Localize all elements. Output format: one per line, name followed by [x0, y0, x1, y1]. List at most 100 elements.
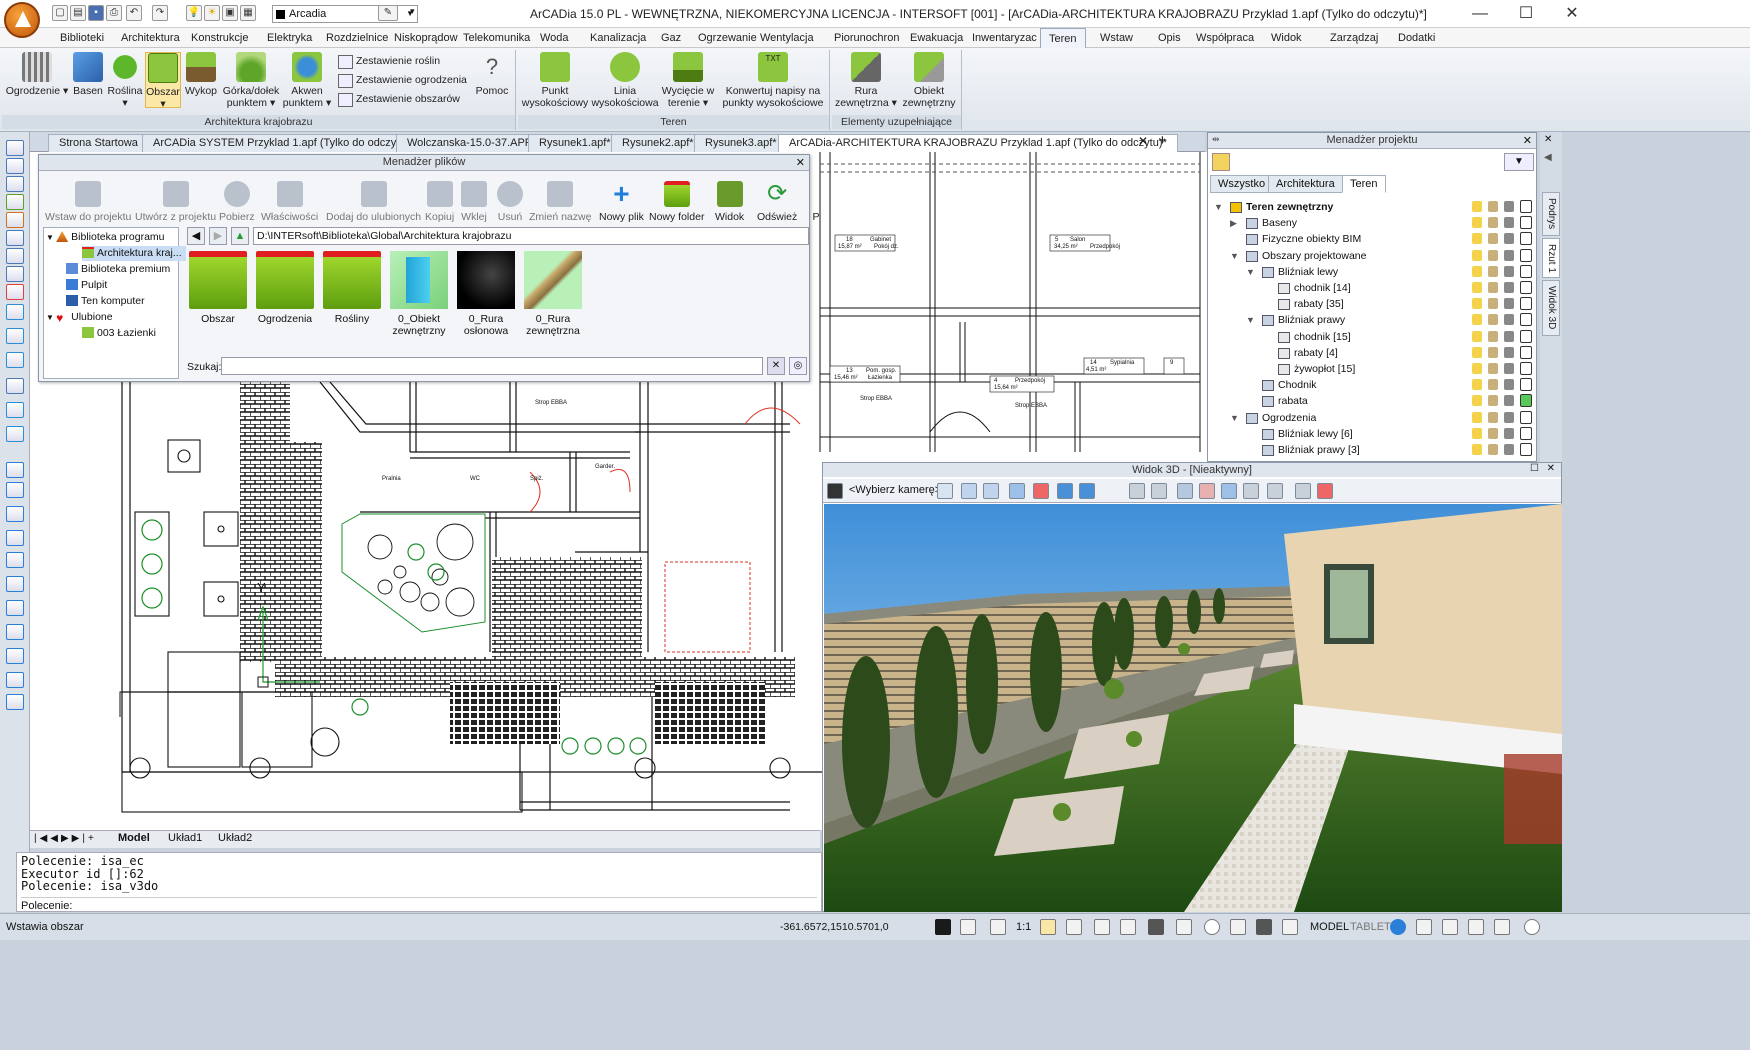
- tool-icon[interactable]: [6, 624, 24, 640]
- tool-icon[interactable]: [6, 426, 24, 442]
- menu-tab[interactable]: Rozdzielnice: [318, 28, 396, 48]
- filter-icon[interactable]: ▼: [1504, 153, 1534, 171]
- sun-icon[interactable]: ☀: [204, 5, 220, 21]
- tool-icon[interactable]: [6, 212, 24, 228]
- vtab-podrys[interactable]: Podrys: [1542, 192, 1560, 236]
- menu-tab[interactable]: Opis: [1150, 28, 1189, 48]
- file-item[interactable]: 0_Rura zewnętrzna: [522, 251, 584, 337]
- folder-star-icon[interactable]: [1212, 153, 1230, 171]
- create-from-project-button[interactable]: Utwórz z projektu: [135, 181, 216, 223]
- layer-icon[interactable]: ▦: [240, 5, 256, 21]
- print-icon[interactable]: [1504, 363, 1514, 374]
- paste-button[interactable]: Wklej: [461, 181, 487, 223]
- menu-tab[interactable]: Gaz: [653, 28, 689, 48]
- menu-tab[interactable]: Elektryka: [259, 28, 320, 48]
- menu-tab[interactable]: Zarządzaj: [1322, 28, 1386, 48]
- clear-search-icon[interactable]: ✕: [767, 357, 785, 375]
- tree-row[interactable]: chodnik [14]: [1208, 280, 1538, 296]
- bulb-icon[interactable]: [1472, 395, 1482, 407]
- tool-icon[interactable]: [6, 140, 24, 156]
- path-field[interactable]: D:\INTERsoft\Biblioteka\Global\Architekt…: [253, 227, 809, 245]
- model-toggle[interactable]: MODEL: [1310, 921, 1349, 933]
- layout-nav-icons[interactable]: |◀◀▶▶|+: [34, 833, 97, 844]
- tree-row[interactable]: ▼ Bliźniak prawy: [1208, 312, 1538, 328]
- tool-icon[interactable]: [6, 648, 24, 664]
- otrack-icon[interactable]: [1230, 919, 1246, 935]
- bulb-icon[interactable]: [1472, 298, 1482, 310]
- undo-icon[interactable]: ↶: [126, 5, 142, 21]
- tool-icon[interactable]: [6, 482, 24, 498]
- lock-icon[interactable]: [1488, 201, 1498, 212]
- tree-row[interactable]: ▼ Teren zewnętrzny: [1208, 199, 1538, 215]
- doc-tab[interactable]: Rysunek2.apf*: [611, 134, 705, 152]
- doc-tab[interactable]: Strona Startowa: [48, 134, 149, 152]
- lock-icon[interactable]: [1488, 330, 1498, 342]
- storey-icon[interactable]: [1151, 483, 1167, 499]
- menu-tab[interactable]: Konstrukcje: [183, 28, 256, 48]
- print-icon[interactable]: [1504, 249, 1514, 261]
- fence-button[interactable]: Ogrodzenie ▾: [4, 52, 70, 97]
- tree-row[interactable]: ▼ Bliźniak lewy: [1208, 264, 1538, 280]
- tab-layout1[interactable]: Układ1: [168, 832, 202, 844]
- dynamic-input-icon[interactable]: [1282, 919, 1298, 935]
- bulb-icon[interactable]: [1472, 217, 1482, 229]
- command-window[interactable]: Polecenie: isa_ec Executor id []:62 Pole…: [16, 852, 822, 912]
- print-icon[interactable]: [1504, 427, 1514, 439]
- bulb-icon[interactable]: [1472, 379, 1482, 391]
- expand-icon[interactable]: ▼: [1230, 410, 1240, 426]
- bulb-icon[interactable]: [1472, 233, 1482, 245]
- bulb-icon[interactable]: [1472, 249, 1482, 261]
- hill-pit-button[interactable]: Górka/dołek punktem ▾: [220, 52, 282, 109]
- plant-button[interactable]: Roślina ▾: [106, 52, 144, 109]
- lock-icon[interactable]: [1488, 282, 1498, 293]
- color-swatch[interactable]: [1520, 248, 1532, 262]
- lock-icon[interactable]: [1488, 395, 1498, 407]
- lock-icon[interactable]: [1488, 265, 1498, 277]
- maximize-button[interactable]: ☐: [1503, 4, 1549, 24]
- print-icon[interactable]: [1504, 314, 1514, 326]
- color-swatch[interactable]: [1520, 313, 1532, 327]
- tree-row[interactable]: Bliźniak prawy [3]: [1208, 442, 1538, 458]
- light-icon[interactable]: [1221, 483, 1237, 499]
- tree-row[interactable]: Bliźniak lewy [6]: [1208, 426, 1538, 442]
- expand-icon[interactable]: ▼: [1230, 248, 1240, 264]
- move-icon[interactable]: [1057, 483, 1073, 499]
- fly-icon[interactable]: [1079, 483, 1095, 499]
- color-swatch[interactable]: [1520, 362, 1532, 375]
- add-tab-icon[interactable]: +: [1158, 132, 1167, 149]
- print-icon[interactable]: ⎙: [106, 5, 122, 21]
- menu-tab[interactable]: Woda: [532, 28, 577, 48]
- lock-icon[interactable]: [1488, 217, 1498, 229]
- tool-icon[interactable]: [6, 672, 24, 688]
- pin-icon[interactable]: ⇹: [1212, 134, 1220, 145]
- camera-icon[interactable]: [827, 483, 843, 499]
- menu-tab[interactable]: Teren: [1040, 28, 1086, 49]
- file-item[interactable]: Ogrodzenia: [254, 251, 316, 325]
- ortho-icon[interactable]: [1066, 919, 1082, 935]
- tree-row[interactable]: Chodnik: [1208, 377, 1538, 393]
- color-swatch[interactable]: [1520, 443, 1532, 456]
- print-icon[interactable]: [1504, 330, 1514, 342]
- tool-icon[interactable]: [6, 378, 24, 394]
- color-swatch[interactable]: [1520, 410, 1532, 424]
- color-swatch[interactable]: [1520, 264, 1532, 278]
- tool-icon[interactable]: [6, 284, 24, 300]
- building-icon[interactable]: [1129, 483, 1145, 499]
- rename-button[interactable]: Zmień nazwę: [529, 181, 591, 223]
- copy-button[interactable]: Kopiuj: [425, 181, 454, 223]
- color-swatch[interactable]: [1520, 378, 1532, 392]
- bulb-icon[interactable]: [1472, 282, 1482, 293]
- expand-icon[interactable]: ▼: [1246, 312, 1256, 328]
- menu-tab[interactable]: Dodatki: [1390, 28, 1443, 48]
- tool-icon[interactable]: [6, 248, 24, 264]
- tool-icon[interactable]: [6, 552, 24, 568]
- polar-icon[interactable]: [1176, 919, 1192, 935]
- bulb-icon[interactable]: [1472, 411, 1482, 423]
- tool-icon[interactable]: [6, 402, 24, 418]
- color-swatch[interactable]: [1520, 281, 1532, 294]
- tree-row[interactable]: rabaty [4]: [1208, 345, 1538, 361]
- snapshot-icon[interactable]: [1243, 483, 1259, 499]
- tool-icon[interactable]: [6, 576, 24, 592]
- tree-row[interactable]: rabaty [35]: [1208, 296, 1538, 312]
- menu-tab[interactable]: Biblioteki: [52, 28, 112, 48]
